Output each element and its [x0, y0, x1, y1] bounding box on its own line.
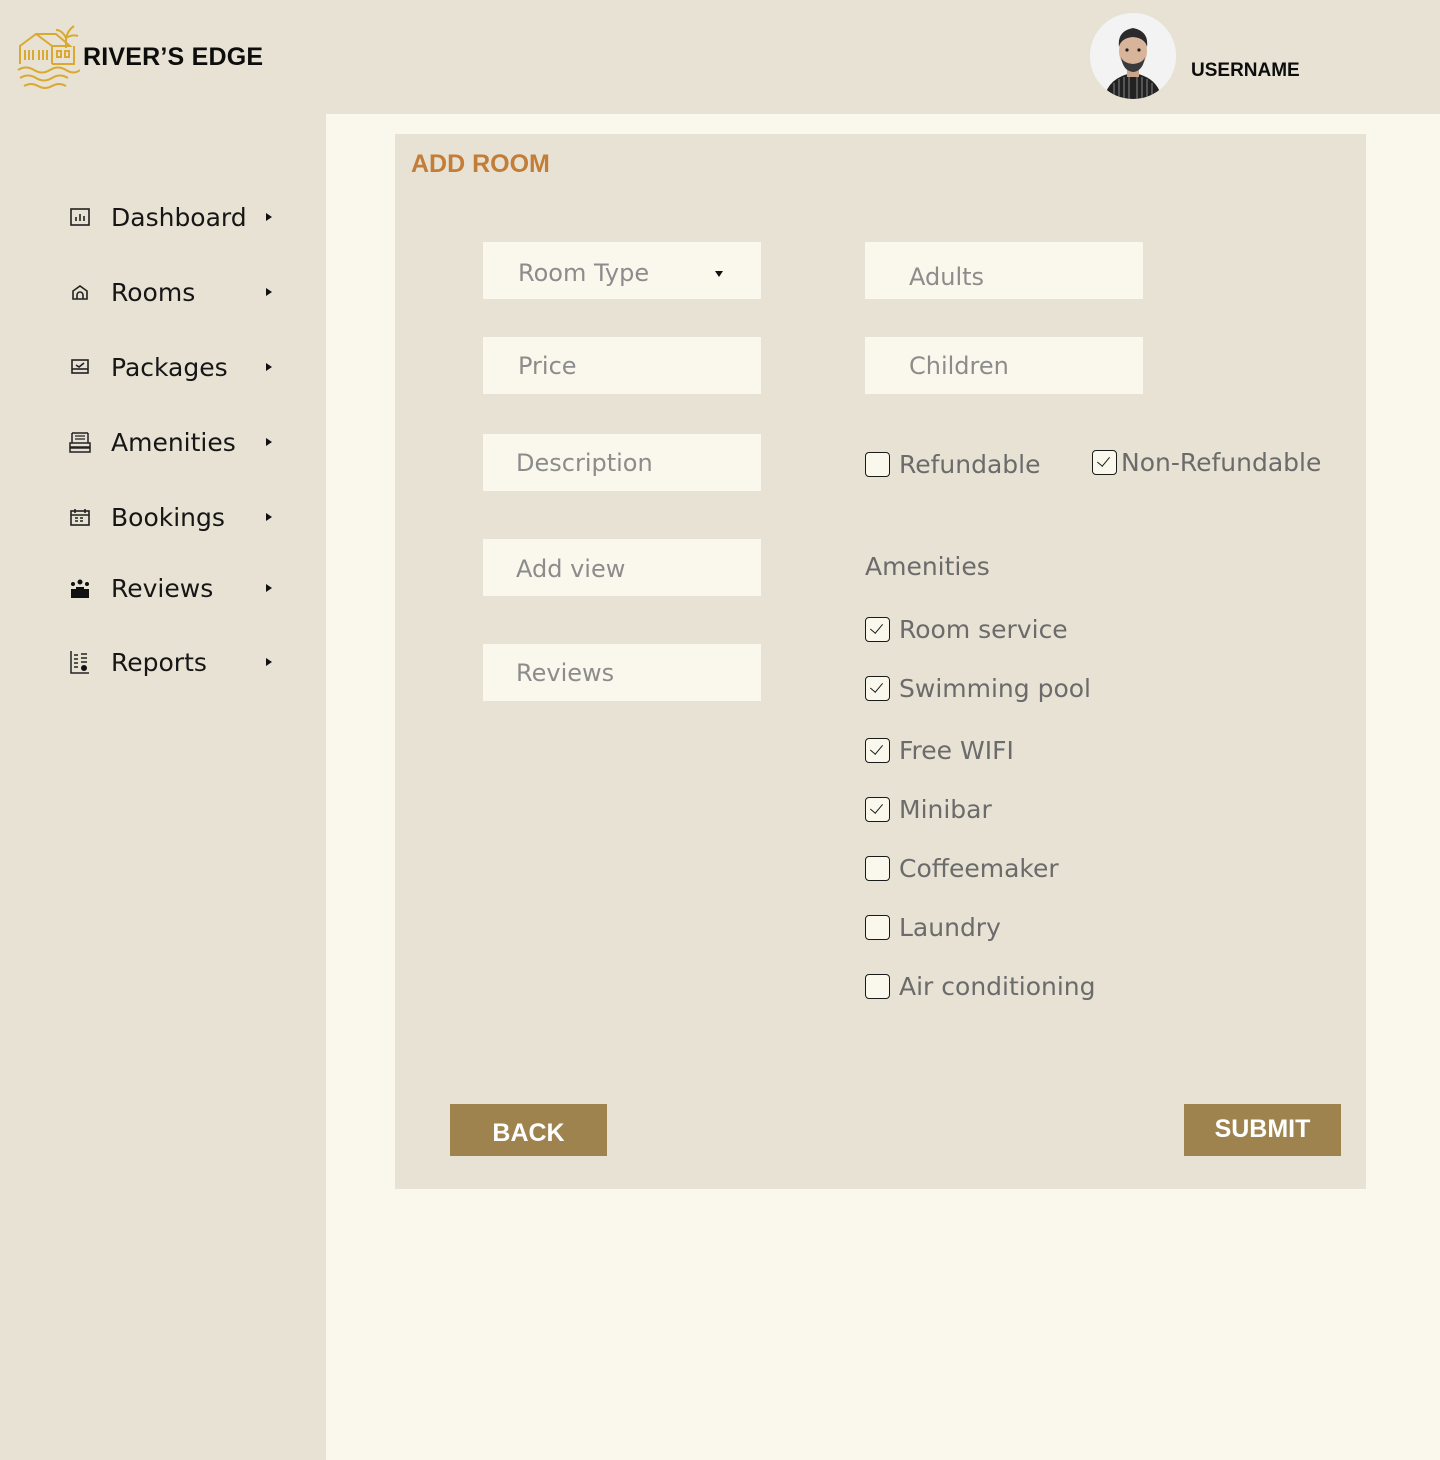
amenity-label: Free WIFI	[899, 736, 1014, 765]
user-avatar[interactable]	[1090, 13, 1176, 99]
page-title: ADD ROOM	[411, 150, 550, 178]
amenities-icon	[66, 428, 94, 456]
adults-input[interactable]: Adults	[865, 242, 1143, 299]
amenities-heading: Amenities	[865, 552, 990, 581]
amenity-minibar-checkbox[interactable]: Minibar	[865, 795, 992, 824]
sidebar-item-label: Bookings	[111, 502, 225, 532]
sidebar-item-label: Amenities	[111, 427, 236, 457]
home-icon	[66, 278, 94, 306]
sidebar-item-label: Packages	[111, 352, 228, 382]
sidebar-item-reviews[interactable]: Reviews	[66, 568, 286, 608]
brand-name: RIVER’S EDGE	[83, 42, 264, 71]
reviews-placeholder: Reviews	[516, 659, 615, 687]
amenity-label: Swimming pool	[899, 674, 1091, 703]
hotel-logo-icon	[17, 25, 80, 89]
caret-right-icon	[266, 288, 272, 296]
room-type-placeholder: Room Type	[518, 259, 650, 287]
checkbox-box	[1092, 450, 1117, 475]
reviews-icon	[66, 574, 94, 602]
add-view-placeholder: Add view	[516, 555, 626, 583]
refundable-checkbox[interactable]: Refundable	[865, 450, 1041, 479]
amenity-laundry-checkbox[interactable]: Laundry	[865, 913, 1001, 942]
non-refundable-label: Non-Refundable	[1121, 448, 1322, 477]
checkbox-box	[865, 617, 890, 642]
amenity-label: Coffeemaker	[899, 854, 1059, 883]
description-placeholder: Description	[516, 449, 653, 477]
checkbox-box	[865, 797, 890, 822]
caret-down-icon	[715, 271, 723, 277]
sidebar-item-label: Reviews	[111, 573, 214, 603]
brand-logo[interactable]: RIVER’S EDGE	[16, 24, 263, 90]
refundable-label: Refundable	[899, 450, 1041, 479]
description-input[interactable]: Description	[483, 434, 761, 491]
caret-right-icon	[266, 513, 272, 521]
checkbox-box	[865, 738, 890, 763]
amenity-coffeemaker-checkbox[interactable]: Coffeemaker	[865, 854, 1059, 883]
checkbox-box	[865, 915, 890, 940]
amenity-room-service-checkbox[interactable]: Room service	[865, 615, 1068, 644]
add-view-input[interactable]: Add view	[483, 539, 761, 596]
package-icon	[66, 353, 94, 381]
sidebar-item-label: Reports	[111, 647, 207, 677]
back-button[interactable]: BACK	[450, 1104, 607, 1156]
amenity-swimming-pool-checkbox[interactable]: Swimming pool	[865, 674, 1091, 703]
reports-icon	[66, 648, 94, 676]
caret-right-icon	[266, 363, 272, 371]
sidebar-item-packages[interactable]: Packages	[66, 347, 286, 387]
submit-button[interactable]: SUBMIT	[1184, 1104, 1341, 1156]
sidebar-item-dashboard[interactable]: Dashboard	[66, 197, 286, 237]
checkbox-box	[865, 676, 890, 701]
amenity-label: Air conditioning	[899, 972, 1096, 1001]
room-type-select[interactable]: Room Type	[483, 242, 761, 299]
amenity-label: Minibar	[899, 795, 992, 824]
avatar-image	[1090, 13, 1176, 99]
username[interactable]: USERNAME	[1191, 60, 1300, 82]
sidebar-item-reports[interactable]: Reports	[66, 642, 286, 682]
amenity-free-wifi-checkbox[interactable]: Free WIFI	[865, 736, 1014, 765]
reviews-input[interactable]: Reviews	[483, 644, 761, 701]
amenity-label: Room service	[899, 615, 1068, 644]
price-placeholder: Price	[518, 352, 577, 380]
caret-right-icon	[266, 213, 272, 221]
caret-right-icon	[266, 658, 272, 666]
sidebar-item-label: Dashboard	[111, 202, 247, 232]
non-refundable-checkbox[interactable]: Non-Refundable	[1092, 448, 1321, 477]
sidebar-item-bookings[interactable]: Bookings	[66, 497, 286, 537]
children-input[interactable]: Children	[865, 337, 1143, 394]
sidebar-item-label: Rooms	[111, 277, 196, 307]
sidebar-item-rooms[interactable]: Rooms	[66, 272, 286, 312]
checkbox-box	[865, 856, 890, 881]
dashboard-icon	[66, 203, 94, 231]
sidebar-item-amenities[interactable]: Amenities	[66, 422, 286, 462]
amenity-air-conditioning-checkbox[interactable]: Air conditioning	[865, 972, 1096, 1001]
checkbox-box	[865, 452, 890, 477]
checkbox-box	[865, 974, 890, 999]
caret-right-icon	[266, 584, 272, 592]
amenity-label: Laundry	[899, 913, 1001, 942]
caret-right-icon	[266, 438, 272, 446]
adults-placeholder: Adults	[909, 263, 985, 291]
calendar-icon	[66, 503, 94, 531]
price-input[interactable]: Price	[483, 337, 761, 394]
children-placeholder: Children	[909, 352, 1009, 380]
